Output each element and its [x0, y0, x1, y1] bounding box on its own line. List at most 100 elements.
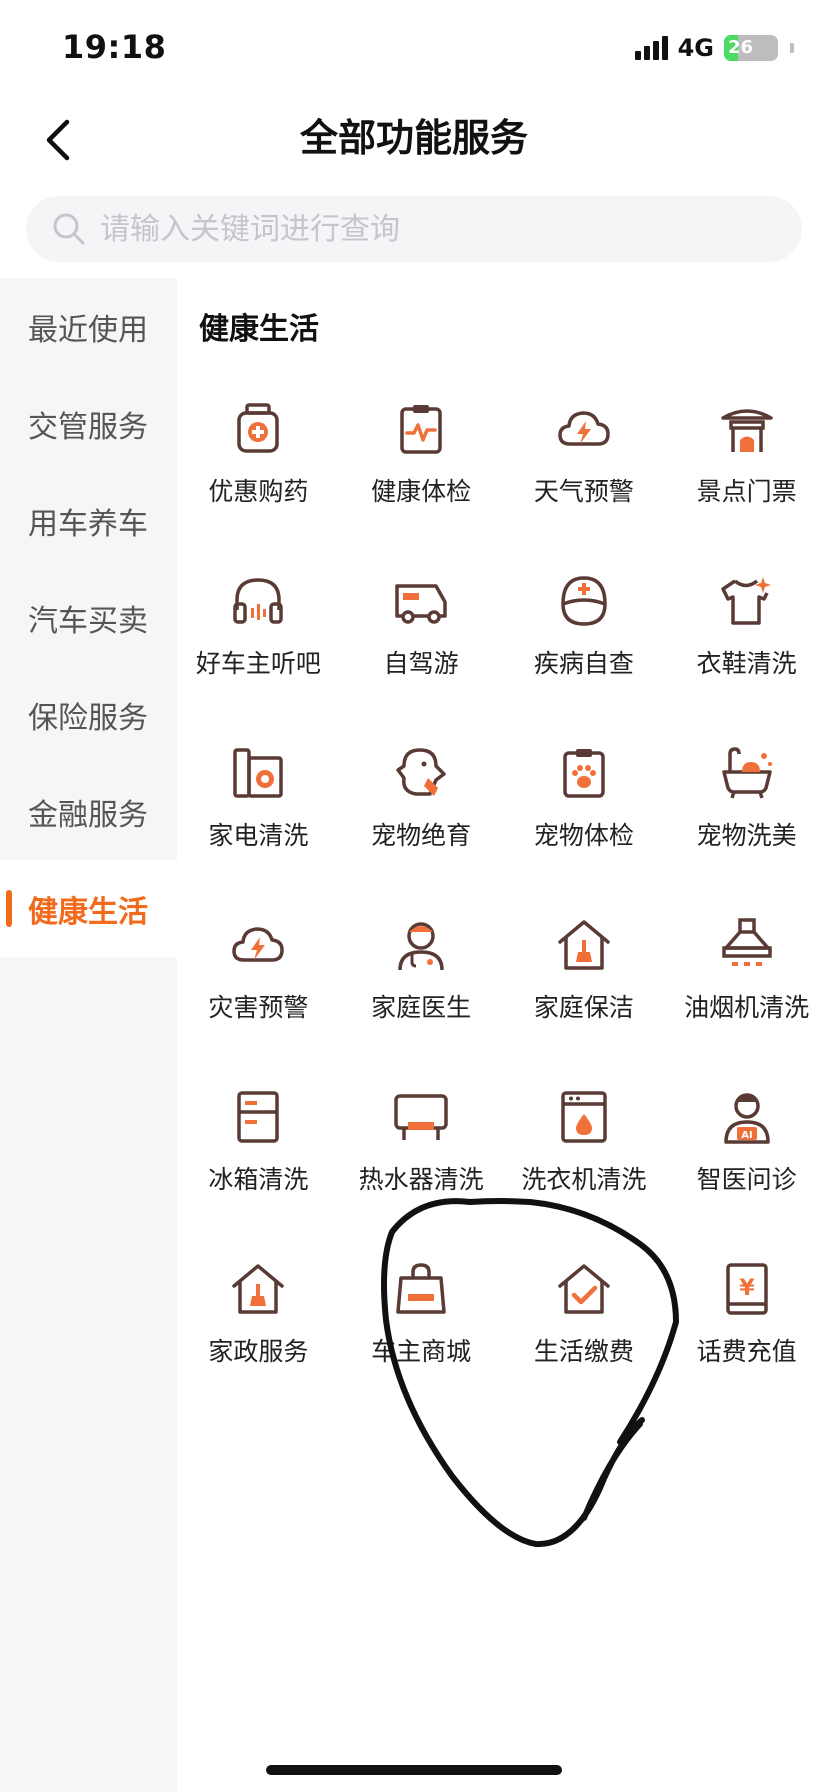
service-label: 洗衣机清洗	[521, 1165, 647, 1194]
service-pet-check[interactable]: 宠物体检	[503, 742, 666, 914]
service-label: 智医问诊	[696, 1165, 797, 1194]
service-appliance-cleaning[interactable]: 家电清洗	[177, 742, 340, 914]
service-label: 疾病自查	[533, 649, 634, 678]
headphones-icon	[233, 578, 284, 624]
water-heater-icon	[394, 1094, 448, 1140]
sidebar-item-label: 金融服务	[28, 797, 148, 833]
housekeeping-icon	[232, 1264, 285, 1314]
service-life-payment[interactable]: 生活缴费	[503, 1258, 666, 1430]
sidebar-item-recent[interactable]: 最近使用	[0, 278, 177, 375]
status-indicators: 4G 26	[634, 34, 794, 62]
service-pet-grooming[interactable]: 宠物洗美	[665, 742, 828, 914]
category-sidebar: 最近使用 交管服务 用车养车 汽车买卖 保险服务 金融服务 健康生活	[0, 278, 177, 1792]
service-label: 车主商城	[371, 1337, 472, 1366]
service-label: 家政服务	[208, 1337, 309, 1366]
page-title: 全部功能服务	[299, 116, 528, 160]
battery-level: 26	[728, 37, 754, 58]
home-indicator[interactable]	[266, 1765, 562, 1775]
pet-paw-clipboard-icon	[563, 749, 605, 798]
sidebar-item-health-life[interactable]: 健康生活	[0, 860, 177, 957]
tshirt-sparkle-icon	[720, 577, 771, 625]
service-label: 衣鞋清洗	[696, 649, 797, 678]
service-health-check[interactable]: 健康体检	[340, 398, 503, 570]
service-label: 宠物洗美	[696, 821, 797, 850]
search-bar[interactable]	[26, 196, 802, 262]
service-label: 话费充值	[696, 1337, 797, 1366]
nav-header: 全部功能服务	[0, 100, 828, 200]
service-label: 家电清洗	[208, 821, 309, 850]
service-label: 好车主听吧	[195, 649, 321, 678]
health-check-clipboard-icon	[400, 405, 442, 454]
service-pet-sterilization[interactable]: 宠物绝育	[340, 742, 503, 914]
service-label: 生活缴费	[533, 1337, 634, 1366]
ai-doctor-icon: AI	[723, 1093, 770, 1144]
nurse-cap-icon	[561, 576, 607, 626]
service-water-heater-cleaning[interactable]: 热水器清洗	[340, 1086, 503, 1258]
service-family-doctor[interactable]: 家庭医生	[340, 914, 503, 1086]
service-clothes-cleaning[interactable]: 衣鞋清洗	[665, 570, 828, 742]
shopping-bag-icon	[396, 1263, 446, 1314]
sidebar-item-car-care[interactable]: 用车养车	[0, 472, 177, 569]
sidebar-item-label: 最近使用	[28, 312, 148, 348]
sidebar-item-car-trade[interactable]: 汽车买卖	[0, 569, 177, 666]
medicine-bottle-icon	[237, 403, 280, 453]
disaster-alert-cloud-icon	[232, 927, 285, 962]
service-car-owner-mall[interactable]: 车主商城	[340, 1258, 503, 1430]
search-icon	[53, 213, 85, 245]
pet-dog-icon	[396, 748, 446, 796]
washing-machine-icon	[561, 1091, 607, 1143]
service-scenic-tickets[interactable]: 景点门票	[665, 398, 828, 570]
svg-text:AI: AI	[741, 1130, 752, 1141]
appliance-icon	[233, 748, 284, 798]
service-label: 家庭医生	[371, 993, 472, 1022]
service-label: 冰箱清洗	[208, 1165, 309, 1194]
camper-van-icon	[395, 584, 447, 624]
service-label: 优惠购药	[208, 477, 309, 506]
service-label: 热水器清洗	[358, 1165, 484, 1194]
service-label: 家庭保洁	[533, 993, 634, 1022]
search-input[interactable]	[100, 211, 760, 247]
service-house-cleaning[interactable]: 家庭保洁	[503, 914, 666, 1086]
sidebar-item-insurance[interactable]: 保险服务	[0, 666, 177, 763]
phone-recharge-yen-icon: ¥	[725, 1263, 768, 1315]
service-car-owner-listen[interactable]: 好车主听吧	[177, 570, 340, 742]
service-disaster-alert[interactable]: 灾害预警	[177, 914, 340, 1086]
service-label: 宠物绝育	[371, 821, 472, 850]
sidebar-item-label: 用车养车	[28, 506, 148, 542]
service-label: 景点门票	[696, 477, 797, 506]
service-phone-recharge[interactable]: ¥ 话费充值	[665, 1258, 828, 1430]
service-housekeeping[interactable]: 家政服务	[177, 1258, 340, 1430]
service-washing-machine-cleaning[interactable]: 洗衣机清洗	[503, 1086, 666, 1258]
service-range-hood-cleaning[interactable]: 油烟机清洗	[665, 914, 828, 1086]
section-title: 健康生活	[199, 312, 319, 347]
service-fridge-cleaning[interactable]: 冰箱清洗	[177, 1086, 340, 1258]
network-type: 4G	[677, 34, 714, 62]
service-road-trip[interactable]: 自驾游	[340, 570, 503, 742]
sidebar-item-label: 汽车买卖	[28, 603, 148, 639]
house-check-icon	[558, 1264, 610, 1314]
sidebar-item-label: 保险服务	[28, 700, 148, 736]
fridge-icon	[237, 1091, 280, 1143]
svg-text:¥: ¥	[739, 1276, 755, 1301]
service-discount-medicine[interactable]: 优惠购药	[177, 398, 340, 570]
battery-icon: 26	[724, 35, 778, 61]
signal-strength-icon	[634, 36, 668, 60]
house-cleaning-icon	[558, 920, 610, 970]
scenic-pavilion-icon	[720, 409, 773, 452]
service-label: 油烟机清洗	[684, 993, 810, 1022]
service-label: 宠物体检	[533, 821, 634, 850]
family-doctor-icon	[398, 922, 444, 971]
service-content: 健康生活 优惠购药 健康体检 天气预警 景点门票 好车主听吧 自驾游 疾病自查 …	[177, 278, 828, 1792]
sidebar-item-label: 健康生活	[28, 894, 148, 930]
sidebar-item-traffic[interactable]: 交管服务	[0, 375, 177, 472]
sidebar-item-label: 交管服务	[28, 409, 148, 445]
service-label: 灾害预警	[208, 993, 309, 1022]
service-label: 天气预警	[533, 477, 634, 506]
service-label: 自驾游	[383, 649, 459, 678]
service-weather-alert[interactable]: 天气预警	[503, 398, 666, 570]
weather-alert-cloud-icon	[558, 411, 610, 446]
service-ai-consultation[interactable]: AI 智医问诊	[665, 1086, 828, 1258]
service-disease-check[interactable]: 疾病自查	[503, 570, 666, 742]
status-time: 19:18	[62, 28, 167, 66]
sidebar-item-finance[interactable]: 金融服务	[0, 763, 177, 860]
